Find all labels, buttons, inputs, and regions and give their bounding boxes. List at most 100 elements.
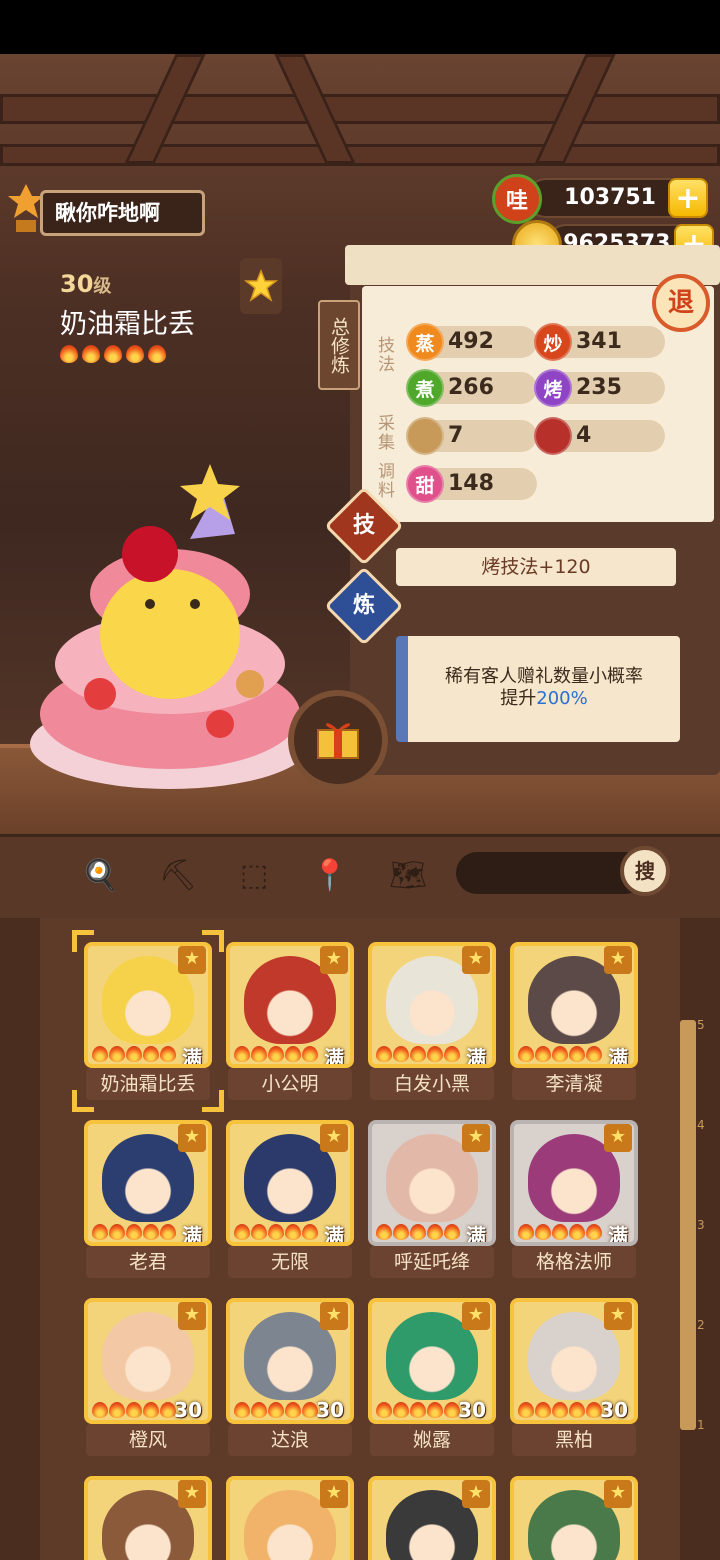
flame-icon: [569, 1224, 585, 1240]
card-name: 娰露: [370, 1424, 494, 1456]
gift-box-button[interactable]: [288, 690, 388, 790]
character-card[interactable]: ★: [510, 1476, 638, 1560]
spatula-filter-icon[interactable]: 🍳: [80, 858, 120, 898]
flame-icon: [109, 1224, 125, 1240]
flame-icon: [376, 1224, 392, 1240]
favorite-star-button[interactable]: [240, 258, 282, 314]
flame-icon: [251, 1046, 267, 1062]
card-flame-rating: [234, 1224, 318, 1240]
effect-line2-prefix: 提升: [500, 688, 537, 709]
card-name: 老君: [86, 1246, 210, 1278]
flame-icon: [148, 345, 166, 363]
character-card[interactable]: ★ 30 橙风: [84, 1298, 212, 1456]
location-filter-icon[interactable]: 📍: [310, 858, 350, 898]
flame-icon: [126, 1046, 142, 1062]
character-card[interactable]: ★ 满小公明: [226, 942, 354, 1100]
card-frame: ★ 满: [368, 1120, 496, 1246]
character-card[interactable]: ★ 30 娰露: [368, 1298, 496, 1456]
character-card[interactable]: ★ 满格格法师: [510, 1120, 638, 1278]
search-input[interactable]: [456, 852, 646, 894]
wa-currency-icon: 哇: [492, 174, 542, 224]
character-level-value: 30: [60, 270, 94, 298]
card-flame-rating: [376, 1224, 460, 1240]
stat-value: 148: [448, 471, 494, 496]
star-icon: [244, 269, 278, 302]
ruler-tick-label: 5: [697, 1018, 705, 1032]
flame-icon: [143, 1224, 159, 1240]
card-level: 满: [324, 1046, 344, 1068]
stat-icon: 煮: [406, 369, 444, 407]
flame-icon: [92, 1046, 108, 1062]
stat-item: 煮 266: [406, 369, 537, 407]
exit-button[interactable]: 退: [652, 274, 710, 332]
card-level: 满: [182, 1046, 202, 1068]
card-level: 满: [182, 1224, 202, 1246]
effect-line2: 提升200%: [408, 688, 680, 710]
character-card[interactable]: ★ 满白发小黑: [368, 942, 496, 1100]
flame-icon: [427, 1224, 443, 1240]
character-card[interactable]: ★: [226, 1476, 354, 1560]
flame-icon: [285, 1224, 301, 1240]
character-card[interactable]: ★: [368, 1476, 496, 1560]
flame-icon: [143, 1402, 159, 1418]
card-frame: ★: [226, 1476, 354, 1560]
total-training-label: 总修炼: [318, 300, 360, 390]
character-card[interactable]: ★ 满老君: [84, 1120, 212, 1278]
card-frame: ★ 30: [84, 1298, 212, 1424]
add-wa-button[interactable]: +: [668, 178, 708, 218]
character-name: 奶油霜比丢: [60, 309, 195, 340]
character-card[interactable]: ★ 30 达浪: [226, 1298, 354, 1456]
character-card[interactable]: ★ 满李清凝: [510, 942, 638, 1100]
character-card[interactable]: ★ 30 黑柏: [510, 1298, 638, 1456]
star-badge-icon: ★: [178, 1302, 206, 1330]
flame-icon: [393, 1046, 409, 1062]
character-flame-rating: [60, 345, 195, 363]
flame-icon: [160, 1046, 176, 1062]
character-card[interactable]: ★ 满奶油霜比丢: [72, 930, 224, 1112]
star-badge-icon: ★: [178, 1124, 206, 1152]
stat-value: 341: [576, 329, 622, 354]
star-badge-icon: ★: [462, 1302, 490, 1330]
character-level: 30级: [60, 270, 195, 298]
character-card[interactable]: ★: [84, 1476, 212, 1560]
card-frame: ★ 30: [510, 1298, 638, 1424]
roof-beam: [0, 94, 720, 124]
card-flame-rating: [376, 1402, 460, 1418]
star-badge-icon: ★: [604, 946, 632, 974]
card-level: 30: [458, 1398, 486, 1422]
ruler-tick-label: 1: [697, 1418, 705, 1432]
card-flame-rating: [234, 1402, 318, 1418]
flame-icon: [126, 345, 144, 363]
card-flame-rating: [92, 1046, 176, 1062]
card-flame-rating: [518, 1224, 602, 1240]
shovel-filter-icon[interactable]: ⛏: [158, 858, 198, 898]
card-level: 满: [466, 1046, 486, 1068]
tab-skill-label: 技: [352, 513, 375, 538]
flame-icon: [60, 345, 78, 363]
flame-icon: [535, 1402, 551, 1418]
scroll-ruler[interactable]: [680, 1020, 696, 1430]
jar-filter-icon[interactable]: ⬚: [234, 858, 274, 898]
character-card[interactable]: ★ 满无限: [226, 1120, 354, 1278]
flame-icon: [82, 345, 100, 363]
flame-icon: [234, 1046, 250, 1062]
search-button[interactable]: 搜: [620, 846, 670, 896]
character-card[interactable]: ★ 满呼延吒绛: [368, 1120, 496, 1278]
card-flame-rating: [92, 1224, 176, 1240]
card-name: 小公明: [228, 1068, 352, 1100]
star-badge-icon: ★: [604, 1302, 632, 1330]
flame-icon: [376, 1046, 392, 1062]
flame-icon: [552, 1402, 568, 1418]
flame-icon: [285, 1046, 301, 1062]
map-filter-icon[interactable]: 🗺: [388, 858, 428, 898]
status-bar: [0, 0, 720, 54]
star-badge-icon: ★: [462, 1480, 490, 1508]
player-name-plate[interactable]: 瞅你咋地啊: [40, 190, 205, 236]
card-name: 橙风: [86, 1424, 210, 1456]
card-level: 满: [608, 1046, 628, 1068]
flame-icon: [393, 1224, 409, 1240]
tab-refine-label: 炼: [352, 593, 375, 618]
flame-icon: [444, 1224, 460, 1240]
stat-icon: [534, 417, 572, 455]
flame-icon: [410, 1224, 426, 1240]
